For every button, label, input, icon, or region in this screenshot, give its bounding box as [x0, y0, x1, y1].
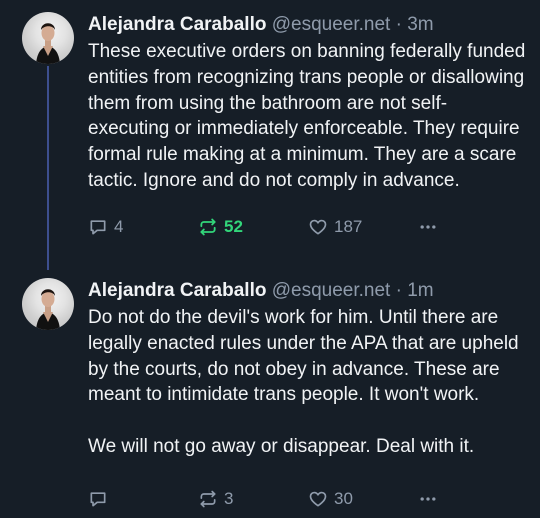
- post-timestamp[interactable]: 3m: [407, 14, 433, 35]
- post-actions: 4 52 187: [88, 214, 528, 240]
- post-header: Alejandra Caraballo @esqueer.net · 3m: [88, 12, 528, 38]
- reply-count: 4: [114, 217, 124, 236]
- more-icon: [420, 497, 436, 501]
- post-thread: Alejandra Caraballo @esqueer.net · 3m Th…: [0, 0, 540, 518]
- repost-icon: [200, 218, 216, 236]
- repost-count: 3: [224, 489, 234, 508]
- like-icon: [309, 219, 327, 235]
- header-separator: ·: [395, 280, 402, 301]
- more-options-button[interactable]: [418, 214, 438, 240]
- like-count: 187: [334, 217, 363, 236]
- author-name[interactable]: Alejandra Caraballo: [88, 14, 266, 35]
- post[interactable]: Alejandra Caraballo @esqueer.net · 3m Th…: [0, 0, 540, 266]
- reply-button[interactable]: 4: [88, 214, 123, 240]
- author-handle[interactable]: @esqueer.net: [272, 14, 391, 35]
- post-paragraph: We will not go away or disappear. Deal w…: [88, 435, 475, 457]
- post-timestamp[interactable]: 1m: [407, 280, 433, 301]
- post-paragraph: Do not do the devil's work for him. Unti…: [88, 307, 524, 406]
- avatar-portrait-icon: [36, 23, 60, 64]
- avatar[interactable]: [22, 12, 74, 64]
- like-count: 30: [334, 489, 353, 508]
- repost-icon: [200, 490, 216, 508]
- like-button[interactable]: 30: [308, 486, 353, 512]
- reply-icon: [90, 492, 106, 507]
- post[interactable]: Alejandra Caraballo @esqueer.net · 1m Do…: [0, 266, 540, 518]
- author-name[interactable]: Alejandra Caraballo: [88, 280, 266, 301]
- avatar-portrait-icon: [36, 289, 60, 330]
- post-paragraph: These executive orders on banning federa…: [88, 41, 531, 191]
- reply-icon: [90, 220, 106, 235]
- post-header: Alejandra Caraballo @esqueer.net · 1m: [88, 278, 528, 304]
- post-text: Do not do the devil's work for him. Unti…: [88, 305, 528, 460]
- more-icon: [420, 225, 436, 229]
- repost-button[interactable]: 52: [198, 214, 243, 240]
- header-separator: ·: [395, 14, 402, 35]
- more-options-button[interactable]: [418, 486, 438, 512]
- like-button[interactable]: 187: [308, 214, 362, 240]
- avatar[interactable]: [22, 278, 74, 330]
- author-handle[interactable]: @esqueer.net: [272, 280, 391, 301]
- like-icon: [309, 491, 327, 507]
- repost-button[interactable]: 3: [198, 486, 233, 512]
- post-text: These executive orders on banning federa…: [88, 39, 528, 194]
- post-actions: 3 30: [88, 486, 528, 512]
- reply-button[interactable]: [88, 486, 114, 512]
- repost-count: 52: [224, 217, 243, 236]
